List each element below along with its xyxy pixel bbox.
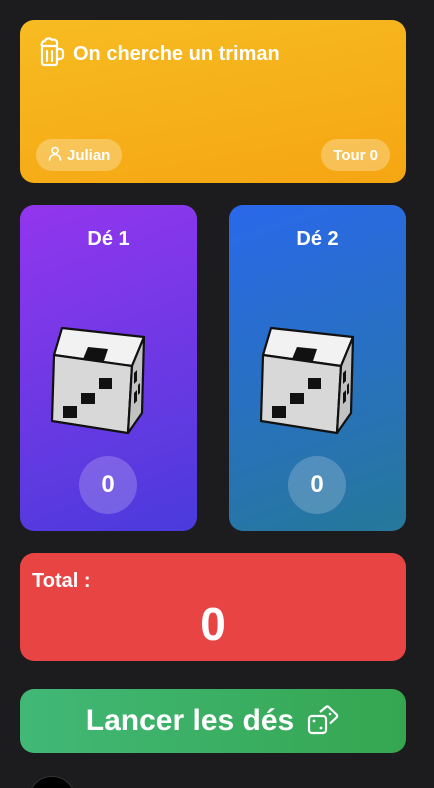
user-icon bbox=[48, 146, 62, 165]
game-header-card: On cherche un triman Julian Tour 0 bbox=[20, 20, 406, 183]
app-root: On cherche un triman Julian Tour 0 Dé 1 bbox=[0, 0, 434, 788]
header-title-row: On cherche un triman bbox=[38, 37, 280, 72]
total-label: Total : bbox=[32, 570, 91, 592]
dice-cube-icon bbox=[50, 326, 146, 435]
die-value: 0 bbox=[288, 456, 346, 514]
die-value: 0 bbox=[79, 456, 137, 514]
total-value: 0 bbox=[200, 598, 226, 650]
player-name: Julian bbox=[67, 146, 111, 164]
die-card-1[interactable]: Dé 1 0 bbox=[20, 205, 197, 531]
roll-dice-button[interactable]: Lancer les dés bbox=[20, 689, 406, 753]
header-title: On cherche un triman bbox=[73, 43, 280, 65]
dice-cube-icon bbox=[259, 326, 355, 435]
die-title: Dé 1 bbox=[87, 228, 130, 250]
turn-badge: Tour 0 bbox=[321, 139, 390, 171]
die-card-2[interactable]: Dé 2 0 bbox=[229, 205, 406, 531]
avatar[interactable] bbox=[28, 776, 76, 788]
total-card: Total : 0 bbox=[20, 553, 406, 661]
dice-icon bbox=[306, 704, 340, 739]
die-title: Dé 2 bbox=[296, 228, 339, 250]
roll-button-label: Lancer les dés bbox=[85, 704, 295, 737]
player-badge: Julian bbox=[36, 139, 123, 171]
beer-mug-icon bbox=[38, 37, 66, 72]
